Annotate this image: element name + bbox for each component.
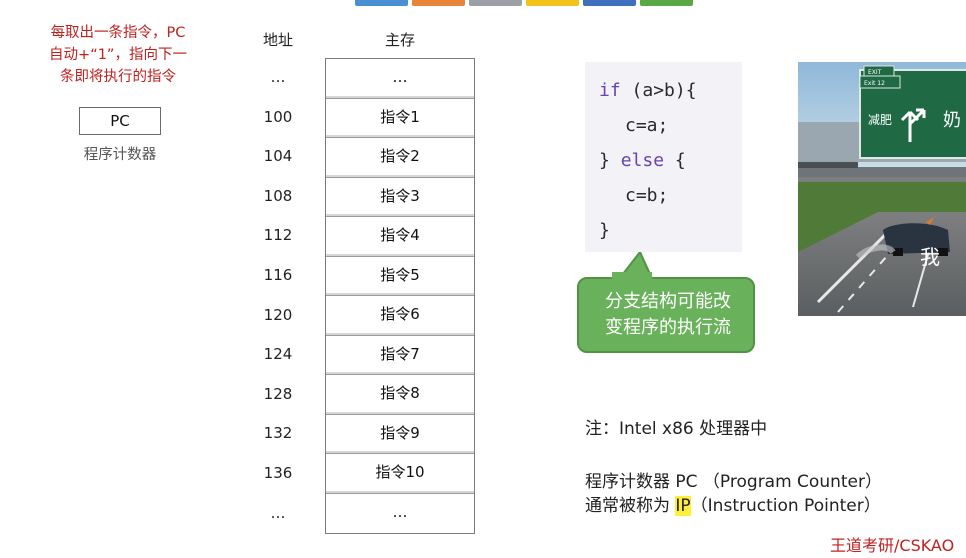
x86-note-line-3: 通常被称为 IP（Instruction Pointer） [585,491,881,516]
highway-scene-image: EXIT Exit 12 减肥 奶 我 [798,62,966,316]
x86-note-line-1: 注：Intel x86 处理器中 [585,419,768,439]
bubble-line-2: 变程序的执行流 [605,317,731,338]
memory-column-header: 主存 [384,31,415,49]
code-keyword-if: if [599,80,621,101]
address-cell: 124 [263,345,293,364]
address-cell: 132 [263,424,293,443]
brand-watermark: 王道考研/CSKAO [830,536,955,555]
memory-cell: 指令7 [326,336,474,375]
address-cell: 108 [263,186,293,205]
highway-photo: EXIT Exit 12 减肥 奶 我 [798,62,966,316]
pc-register-box: PC [79,107,161,135]
memory-cell: 指令4 [326,217,474,257]
x86-note-line-2: 程序计数器 PC （Program Counter） [585,472,882,492]
address-cell: 100 [263,107,293,126]
code-line-3: } else { [599,150,686,171]
memory-cell: … [392,502,408,521]
pc-register-caption: 程序计数器 [83,147,157,163]
address-cell: 116 [263,265,293,284]
code-line-5: } [599,220,610,241]
code-line-4: c=b; [625,185,669,206]
top-tab-2 [412,0,465,6]
x86-note-prefix: 通常被称为 [585,496,676,516]
code-keyword-else: else [620,150,665,171]
svg-text:EXIT: EXIT [868,69,882,76]
memory-cell: … [326,59,474,99]
ip-highlight: IP [675,496,691,516]
memory-cell: 指令1 [326,99,474,138]
address-cell: 112 [263,226,293,245]
memory-cell: 指令6 [326,296,474,336]
slide-top-tabs [355,0,693,6]
address-cell: … [270,68,286,86]
sign-exit-number: Exit 12 [864,80,885,87]
pc-increment-note: 每取出一条指令，PC 自动+“1”，指向下一 条即将执行的指令 [18,22,218,88]
address-cell: 120 [263,305,293,324]
branch-callout-bubble: 分支结构可能改 变程序的执行流 [577,277,755,353]
memory-cell: 指令2 [326,138,474,178]
code-snippet: if (a>b){ c=a; } else { c=b; } [585,62,742,252]
sign-city-text-2: 奶 [943,110,961,131]
code-brace: } [599,150,621,171]
code-condition: (a>b){ [620,80,697,101]
photo-caption: 我 [920,245,940,269]
code-brace: { [664,150,686,171]
address-cell: 128 [263,384,293,403]
top-tab-4 [526,0,579,6]
x86-note-suffix: （Instruction Pointer） [690,496,881,516]
memory-cell: 指令5 [326,257,474,296]
address-column-header: 地址 [262,31,293,49]
memory-cell: 指令9 [326,415,474,454]
sign-city-text: 减肥 [868,113,892,127]
code-line-2: c=a; [625,115,669,136]
memory-cell: 指令10 [326,454,474,494]
top-tab-5 [583,0,636,6]
top-tab-3 [469,0,522,6]
bubble-tail-joint [612,272,652,282]
pc-note-line-3: 条即将执行的指令 [60,69,176,85]
address-cell: … [270,503,286,522]
top-tab-1 [355,0,408,6]
bubble-line-1: 分支结构可能改 [605,291,731,312]
address-column: … 100 104 108 112 116 120 124 128 132 13… [252,58,304,533]
memory-cell: 指令8 [326,375,474,415]
top-tab-6 [640,0,693,6]
pc-note-line-1: 每取出一条指令，PC [50,25,186,41]
memory-cell: 指令3 [326,178,474,217]
address-cell: 136 [263,463,293,482]
address-cell: 104 [263,147,293,166]
main-memory-table: … 指令1 指令2 指令3 指令4 指令5 指令6 指令7 指令8 指令9 指令… [325,58,475,534]
pc-note-line-2: 自动+“1”，指向下一 [49,47,187,63]
code-line-1: if (a>b){ [599,80,697,101]
